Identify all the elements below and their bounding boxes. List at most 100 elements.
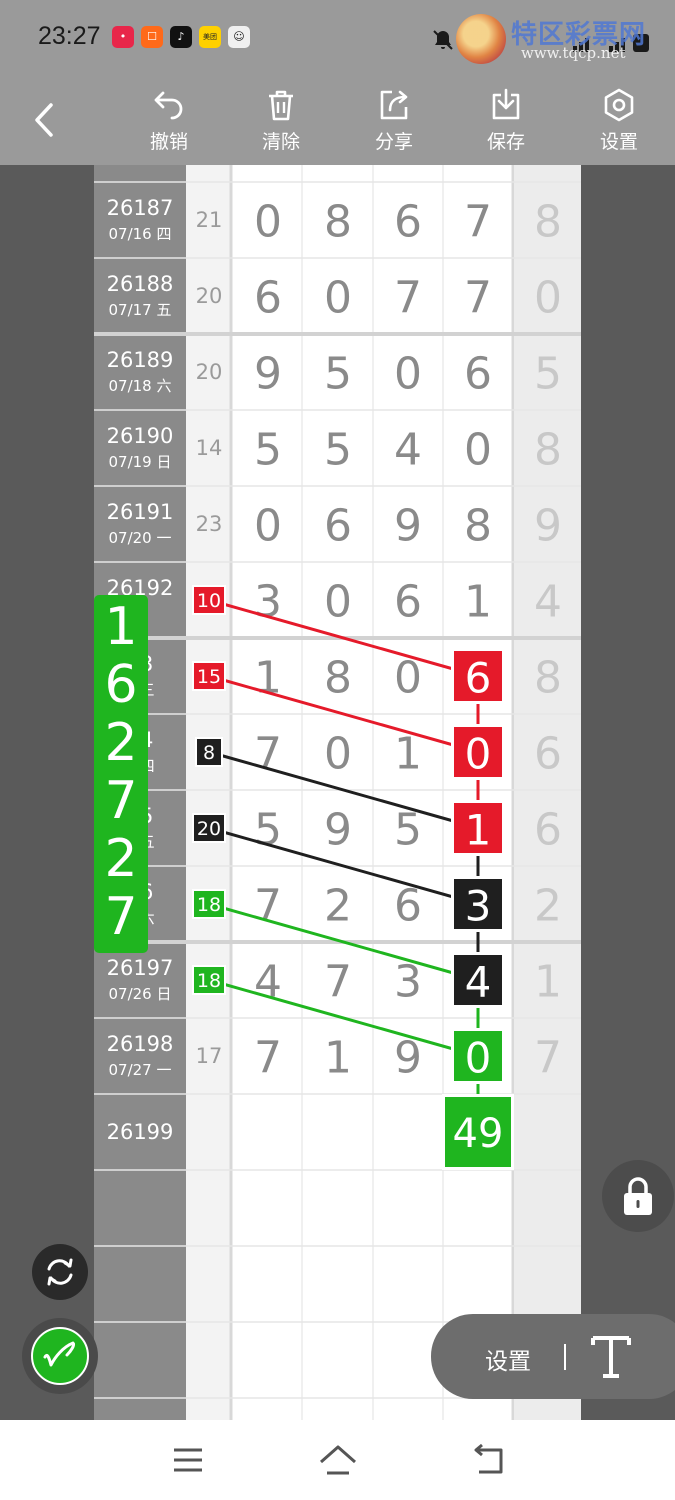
digit-cell: 1 [464,577,492,628]
undo-button[interactable]: 撤销 [129,85,209,160]
digit-cell: 7 [254,1033,282,1084]
digit-cell: 6 [534,729,562,780]
row-issue-number: 26199 [107,1120,174,1144]
vertical-note-char: 7 [104,887,137,947]
pill-divider [564,1344,566,1370]
digit-cell: 6 [534,805,562,856]
digit-cell: 7 [464,197,492,248]
row-date: 07/16 四 [109,225,172,243]
digit-cell: 1 [324,1033,352,1084]
back-button[interactable] [25,95,65,145]
vertical-note-char: 1 [104,597,137,657]
digit-cell: 4 [534,577,562,628]
settings-hexagon-icon [604,88,634,122]
lottery-trend-grid[interactable]: 26187 07/16 四 21 0 8 6 7 8 26188 07/17 五 20 6 0 7 7 0 26… [94,165,581,1420]
digit-cell: 1 [534,957,562,1008]
share-icon [380,90,408,120]
sum-column [186,165,230,1420]
app-icon-meituan: 美团 [199,26,221,48]
highlight-cell-value: 4 [465,958,492,1007]
highlight-cell-value: 3 [465,882,492,931]
digit-cell: 7 [324,957,352,1008]
save-label: 保存 [486,131,525,153]
watermark-url: www.tqcp.net [521,44,626,62]
home-nav-button[interactable] [313,1438,363,1482]
sum-badge-value: 10 [197,590,221,612]
row-sum-value: 17 [196,1044,223,1068]
row-sum-value: 21 [196,208,223,232]
digit-cell: 0 [464,425,492,476]
back-nav-button[interactable] [463,1438,513,1482]
row-date: 07/26 日 [109,985,172,1003]
digit-cell: 8 [324,197,352,248]
refresh-button[interactable] [32,1244,88,1300]
system-navigation-bar [0,1420,675,1500]
row-issue-number: 26198 [107,1032,174,1056]
settings-button[interactable]: 设置 [579,85,659,160]
sum-badge-value: 15 [197,666,221,688]
digit-cell: 0 [534,273,562,324]
digit-cell: 5 [254,425,282,476]
app-icon-red: • [112,26,134,48]
digit-cell: 8 [324,653,352,704]
vertical-note-char: 2 [104,829,137,889]
vertical-note-char: 6 [104,655,137,715]
text-tool-button[interactable] [581,1324,651,1389]
menu-nav-button[interactable] [163,1438,213,1482]
digit-cell: 8 [534,425,562,476]
digit-cell: 6 [464,349,492,400]
clear-label: 清除 [261,131,300,153]
settings-pill: 设置 [431,1314,675,1399]
save-button[interactable]: 保存 [466,85,546,160]
undo-icon [154,91,183,120]
row-date: 07/19 日 [109,453,172,471]
clear-button[interactable]: 清除 [241,85,321,160]
clock: 23:27 [38,22,101,50]
highlight-cell-value: 1 [465,806,492,855]
digit-cell: 0 [254,501,282,552]
pill-settings-button[interactable]: 设置 [485,1342,531,1376]
digit-cell: 6 [394,197,422,248]
highlight-cell-value: 6 [465,654,492,703]
digit-cell: 7 [534,1033,562,1084]
grid-canvas[interactable]: 2618707/16 四21 0 8 6 7 82618807/17 五20 6 0 7 7 026… [94,165,581,1420]
settings-label: 设置 [599,131,638,153]
share-button[interactable]: 分享 [354,85,434,160]
mute-icon [433,30,453,50]
highlight-cell-value: 0 [465,1034,492,1083]
share-label: 分享 [374,131,413,153]
digit-cell: 5 [324,349,352,400]
lock-button[interactable] [602,1160,674,1232]
refresh-icon [47,1258,73,1286]
undo-label: 撤销 [149,131,188,153]
watermark-logo [456,14,506,64]
digit-cell: 9 [254,349,282,400]
digit-cell: 6 [324,501,352,552]
trash-icon [269,90,293,121]
row-date: 07/17 五 [109,301,172,319]
digit-cell: 8 [534,653,562,704]
row-date: 07/27 一 [109,1061,172,1079]
pen-button[interactable] [31,1327,89,1385]
menu-icon [174,1448,202,1472]
digit-cell: 7 [464,273,492,324]
highlight-cell-value: 0 [465,730,492,779]
vertical-note-char: 7 [104,771,137,831]
text-t-icon [591,1336,631,1378]
row-sum-value: 14 [196,436,223,460]
row-issue-number: 26191 [107,500,174,524]
back-arrow-icon [474,1443,503,1474]
digit-cell: 0 [324,273,352,324]
home-icon [320,1445,356,1475]
top-toolbar: 撤销 清除 分享 保存 设置 [0,75,675,165]
digit-cell: 0 [324,729,352,780]
digit-cell: 5 [534,349,562,400]
row-issue-number: 26189 [107,348,174,372]
digit-cell: 8 [464,501,492,552]
digit-cell: 6 [394,577,422,628]
digit-cell: 7 [394,273,422,324]
digit-cell: 4 [394,425,422,476]
row-issue-number: 26190 [107,424,174,448]
download-icon [492,88,520,120]
row-issue-number: 26197 [107,956,174,980]
